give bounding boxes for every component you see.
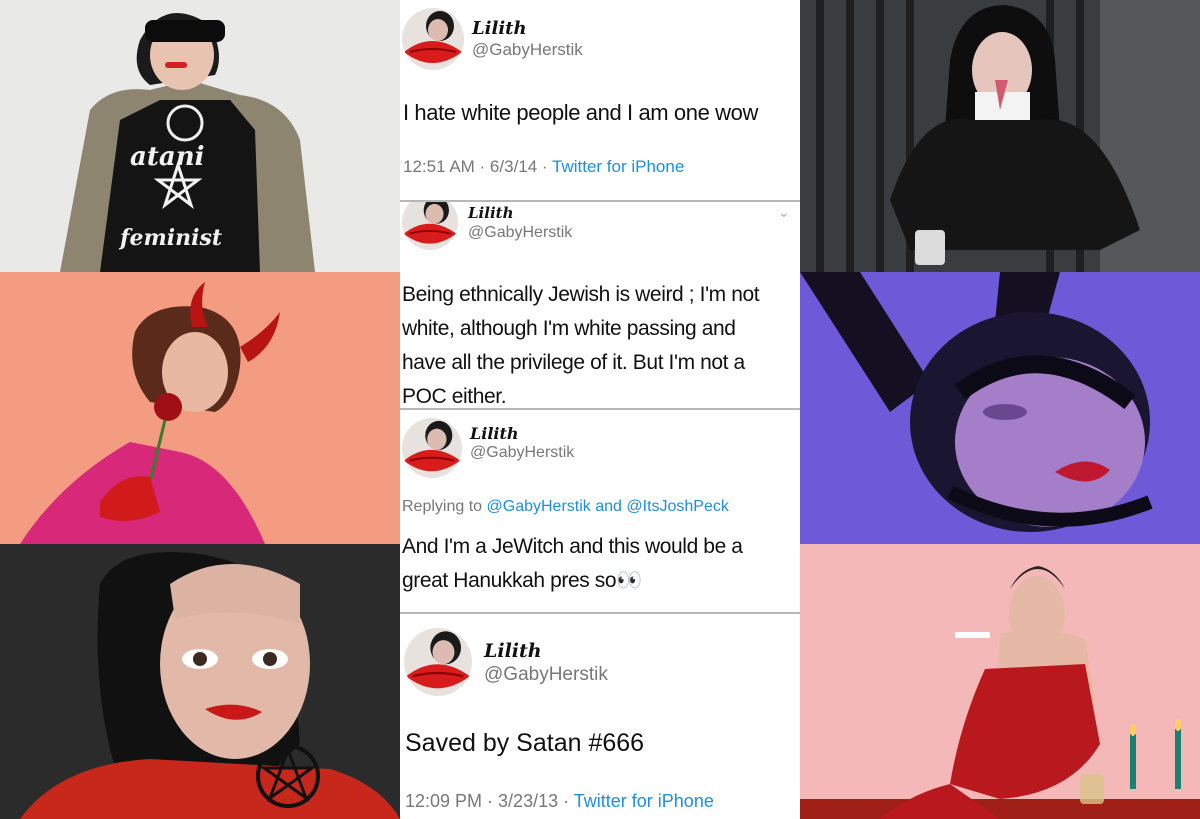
tweet-text: I hate white people and I am one wow — [403, 100, 758, 125]
avatar-red-lips-icon — [404, 628, 472, 696]
avatar[interactable] — [402, 418, 462, 478]
display-name[interactable]: Lilith — [470, 424, 519, 443]
tweet-text-line: white, although I'm white passing and — [402, 317, 736, 340]
tweet-card[interactable]: Lilith @GabyHerstik Saved by Satan #666 … — [400, 614, 800, 819]
avatar[interactable] — [404, 628, 472, 696]
photo-pentagram-earring — [0, 544, 400, 819]
tweet-meta: 12:51 AM · 6/3/14 · Twitter for iPhone — [403, 157, 684, 177]
tweet-card[interactable]: Lilith @GabyHerstik I hate white people … — [400, 0, 800, 200]
shirt-text-line1: atani — [130, 142, 204, 172]
photo-satanic-feminist: atani feminist — [0, 0, 400, 272]
tweet-card[interactable]: Lilith @GabyHerstik Replying to @GabyHer… — [400, 410, 800, 612]
replying-to: Replying to @GabyHerstik and @ItsJoshPec… — [402, 498, 729, 516]
tweet-text-line: have all the privilege of it. But I'm no… — [402, 351, 745, 374]
avatar[interactable] — [402, 202, 458, 250]
tweet-text-line: And I'm a JeWitch and this would be a — [402, 535, 743, 558]
avatar-red-lips-icon — [402, 8, 464, 70]
tweet-card[interactable]: Lilith @GabyHerstik ⌄ Being ethnically J… — [400, 202, 800, 408]
photo-nun — [800, 0, 1200, 272]
photo-purple-harness — [800, 272, 1200, 544]
tweet-text: Saved by Satan #666 — [405, 729, 645, 757]
avatar[interactable] — [402, 8, 464, 70]
reply-user-link[interactable]: @GabyHerstik — [487, 498, 591, 515]
tweet-text: Being ethnically Jewish is weird ; I'm n… — [402, 278, 760, 408]
tweet-column: Lilith @GabyHerstik I hate white people … — [400, 0, 800, 819]
tweet-timestamp: 12:51 AM · 6/3/14 · — [403, 157, 548, 176]
user-handle[interactable]: @GabyHerstik — [470, 444, 574, 462]
tweet-timestamp: 12:09 PM · 3/23/13 · — [405, 791, 570, 811]
reply-user-link[interactable]: @ItsJoshPeck — [626, 498, 729, 515]
user-handle[interactable]: @GabyHerstik — [472, 40, 583, 60]
avatar-red-lips-icon — [402, 202, 458, 250]
photo-red-dress — [800, 544, 1200, 819]
user-handle[interactable]: @GabyHerstik — [468, 224, 572, 242]
user-handle[interactable]: @GabyHerstik — [484, 664, 608, 686]
display-name[interactable]: Lilith — [468, 204, 513, 222]
shirt-text-line2: feminist — [118, 225, 222, 251]
chevron-down-icon[interactable]: ⌄ — [778, 204, 790, 221]
tweet-text-line: POC either. — [402, 385, 507, 408]
replying-to-label: Replying to — [402, 498, 483, 515]
reply-and: and — [595, 498, 622, 515]
tweet-text: And I'm a JeWitch and this would be a gr… — [402, 530, 743, 598]
tweet-text-line: great Hanukkah pres so👀 — [402, 569, 642, 592]
tweet-source-link[interactable]: Twitter for iPhone — [552, 157, 684, 176]
display-name[interactable]: Lilith — [472, 18, 527, 39]
tweet-source-link[interactable]: Twitter for iPhone — [574, 791, 714, 811]
display-name[interactable]: Lilith — [484, 640, 542, 662]
avatar-red-lips-icon — [402, 418, 462, 478]
photo-devil-horns — [0, 272, 400, 544]
tweet-text-line: Being ethnically Jewish is weird ; I'm n… — [402, 283, 760, 306]
tweet-meta: 12:09 PM · 3/23/13 · Twitter for iPhone — [405, 791, 714, 812]
